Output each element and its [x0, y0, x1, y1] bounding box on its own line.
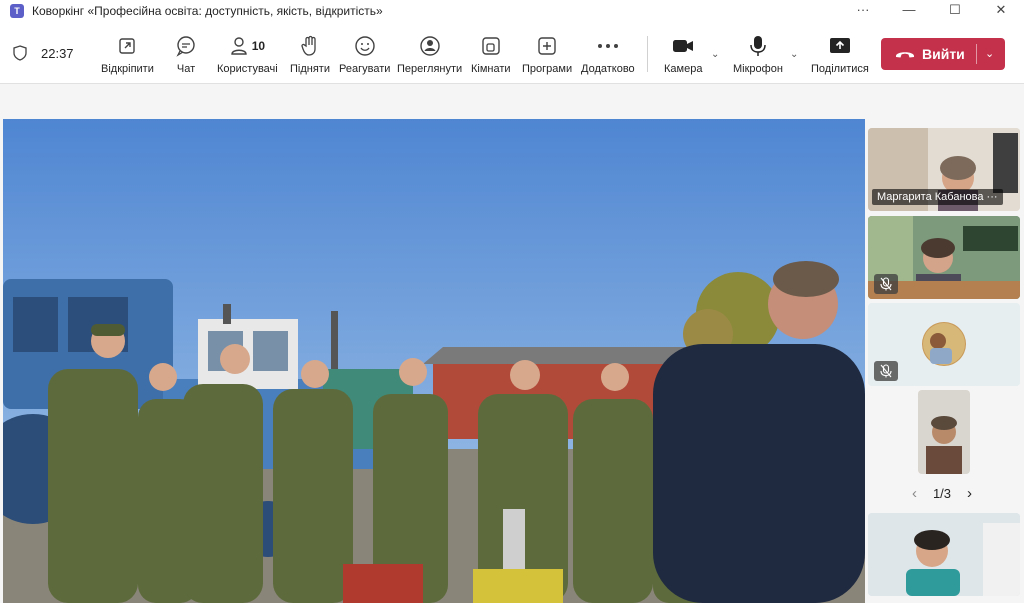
view-label: Переглянути — [397, 63, 463, 75]
people-label: Користувачі — [217, 63, 278, 75]
raise-hand-label: Підняти — [290, 63, 330, 75]
participant-name: Маргарита Кабанова ··· — [872, 189, 1003, 205]
meeting-time: 22:37 — [41, 46, 74, 61]
more-button[interactable]: Додатково — [581, 34, 635, 75]
react-icon — [354, 36, 375, 56]
shield-icon — [13, 45, 27, 61]
rooms-button[interactable]: Кімнати — [471, 34, 511, 75]
participant-count: 10 — [251, 39, 266, 53]
minimize-button[interactable]: — — [886, 0, 932, 22]
meeting-toolbar: 22:37 Відкріпити Чат 10 Користувачі Підн… — [0, 22, 1024, 84]
window-title: Коворкінг «Професійна освіта: доступніст… — [32, 4, 383, 18]
leave-label: Вийти — [922, 46, 965, 62]
unpin-button[interactable]: Відкріпити — [101, 34, 154, 75]
camera-icon — [673, 40, 694, 52]
microphone-button[interactable]: Мікрофон — [733, 34, 783, 75]
camera-options-chevron-icon[interactable]: ⌄ — [711, 49, 719, 60]
more-label: Додатково — [581, 63, 635, 75]
chat-icon — [176, 36, 195, 57]
people-button[interactable]: 10 Користувачі — [217, 34, 278, 75]
previous-page-chevron-icon[interactable]: ‹ — [912, 485, 917, 502]
leave-divider — [976, 44, 977, 64]
more-icon — [597, 44, 618, 48]
maximize-button[interactable]: ☐ — [932, 0, 978, 22]
participant-tile[interactable] — [868, 513, 1020, 596]
view-button[interactable]: Переглянути — [397, 34, 462, 75]
apps-button[interactable]: Програми — [522, 34, 572, 75]
page-indicator: 1/3 — [932, 486, 952, 501]
next-page-chevron-icon[interactable]: › — [967, 485, 972, 502]
apps-icon — [538, 37, 556, 55]
raise-hand-button[interactable]: Підняти — [290, 34, 330, 75]
react-label: Реагувати — [339, 63, 391, 75]
unpin-label: Відкріпити — [101, 63, 154, 75]
unpin-icon — [119, 38, 136, 54]
window-controls: ··· — ☐ ✕ — [840, 0, 1024, 22]
participant-tile[interactable] — [918, 390, 970, 474]
toolbar-separator — [647, 36, 648, 72]
teams-logo-icon: T — [10, 4, 24, 18]
participant-tile[interactable]: Маргарита Кабанова ··· — [868, 128, 1020, 211]
leave-options-chevron-icon[interactable]: ⌄ — [985, 47, 994, 60]
leave-button[interactable]: Вийти ⌄ — [881, 38, 1005, 70]
participant-video — [868, 513, 1020, 596]
people-icon — [230, 37, 247, 55]
camera-button[interactable]: Камера — [664, 34, 702, 75]
apps-label: Програми — [522, 63, 573, 75]
mic-options-chevron-icon[interactable]: ⌄ — [790, 49, 798, 60]
chat-button[interactable]: Чат — [175, 34, 197, 75]
mic-icon — [750, 36, 766, 56]
pagination: ‹ 1/3 › — [866, 485, 1018, 502]
title-bar: T Коворкінг «Професійна освіта: доступні… — [0, 0, 1024, 22]
share-button[interactable]: Поділитися — [811, 34, 869, 75]
main-video-feed — [3, 119, 865, 603]
rooms-icon — [482, 37, 500, 55]
chat-label: Чат — [176, 63, 196, 75]
mic-off-indicator — [874, 274, 898, 294]
view-icon — [419, 36, 440, 56]
participant-tile[interactable] — [868, 216, 1020, 299]
rooms-label: Кімнати — [471, 63, 511, 75]
participants-panel: Маргарита Кабанова ··· ‹ 1/3 › — [866, 119, 1024, 603]
share-icon — [829, 38, 850, 53]
raise-hand-icon — [301, 35, 316, 56]
mic-off-icon — [880, 277, 892, 291]
participant-video — [918, 390, 970, 474]
mic-off-icon — [880, 364, 892, 378]
mic-off-indicator — [874, 361, 898, 381]
hang-up-icon — [896, 52, 914, 58]
window-more-button[interactable]: ··· — [840, 0, 886, 22]
video-scene — [3, 119, 865, 603]
close-window-button[interactable]: ✕ — [978, 0, 1024, 22]
camera-label: Камера — [664, 63, 703, 75]
participant-tile[interactable] — [868, 303, 1020, 386]
react-button[interactable]: Реагувати — [339, 34, 390, 75]
participant-more-icon[interactable]: ··· — [987, 191, 998, 203]
microphone-label: Мікрофон — [733, 63, 783, 75]
share-label: Поділитися — [811, 63, 869, 75]
